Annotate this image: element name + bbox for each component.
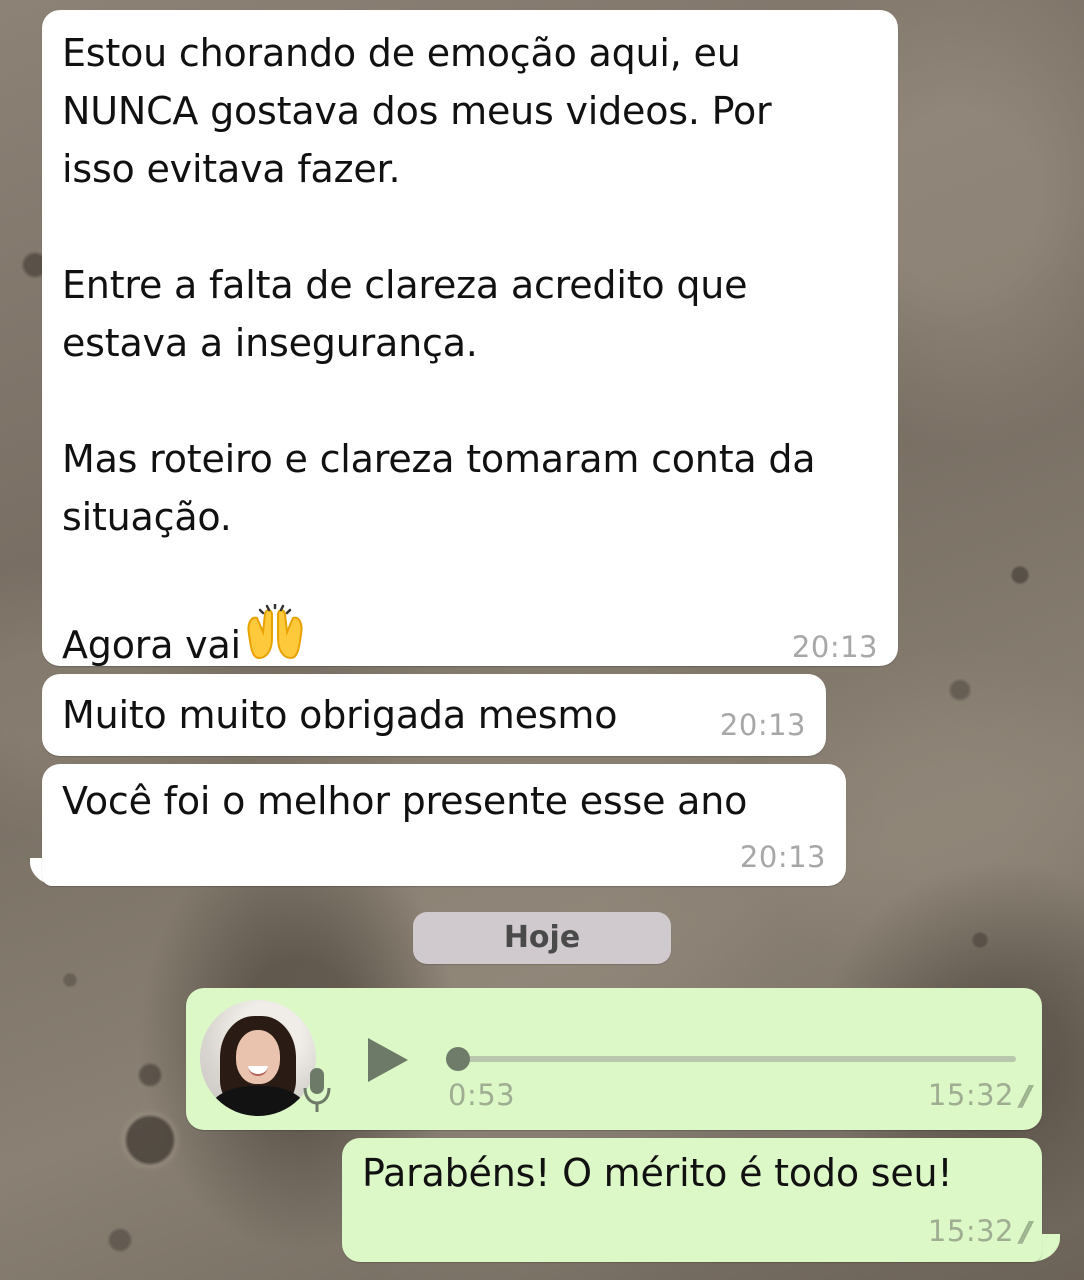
message-bubble-outgoing[interactable]: Parabéns! O mérito é todo seu! 15:32// (342, 1138, 1042, 1262)
message-timestamp: 20:13 (719, 708, 806, 742)
message-bubble-incoming[interactable]: Você foi o melhor presente esse ano 20:1… (42, 764, 846, 886)
message-bubble-incoming[interactable]: Estou chorando de emoção aqui, eu NUNCA … (42, 10, 898, 667)
message-timestamp: 20:13 (791, 630, 878, 664)
voice-message-bubble[interactable]: 0:53 15:32// (186, 988, 1042, 1130)
audio-progress-track[interactable] (458, 1056, 1016, 1062)
play-icon[interactable] (368, 1038, 408, 1082)
message-timestamp: 15:32// (927, 1214, 1034, 1248)
message-text: Você foi o melhor presente esse ano (62, 779, 748, 823)
message-text: Estou chorando de emoção aqui, eu NUNCA … (62, 24, 816, 678)
avatar[interactable] (200, 1000, 316, 1116)
raising-hands-emoji-icon (245, 602, 305, 678)
audio-scrubber-handle[interactable] (446, 1047, 470, 1071)
audio-duration: 0:53 (448, 1078, 516, 1112)
message-timestamp: 20:13 (739, 840, 826, 874)
message-bubble-incoming[interactable]: Muito muito obrigada mesmo 20:13 (42, 674, 826, 756)
date-separator: Hoje (413, 912, 671, 964)
message-text: Parabéns! O mérito é todo seu! (362, 1151, 953, 1195)
mic-icon (303, 1068, 331, 1112)
message-timestamp: 15:32// (927, 1078, 1034, 1112)
message-text: Muito muito obrigada mesmo (62, 693, 618, 737)
